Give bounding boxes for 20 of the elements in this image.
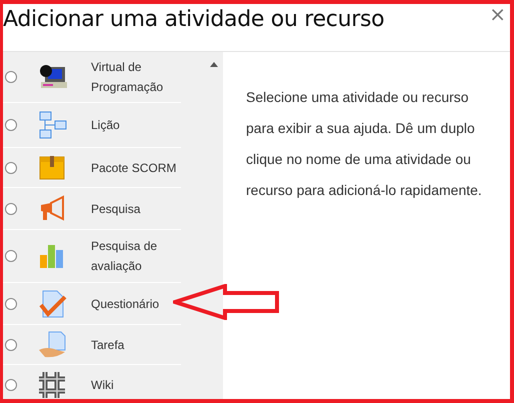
scroll-up-icon[interactable]: [210, 62, 218, 67]
radio-button[interactable]: [5, 71, 17, 83]
radio-button[interactable]: [5, 202, 17, 214]
activity-name[interactable]: Tarefa: [91, 334, 124, 354]
help-text: Selecione uma atividade ou recurso para exibir a sua ajuda. Dê um duplo clique no nome de uma atividade ou recurso para adicioná-lo rapidamente.: [246, 88, 483, 200]
activity-name[interactable]: Pesquisa de avaliação: [91, 236, 181, 276]
dialog-title: Adicionar uma atividade ou recurso: [3, 7, 384, 32]
activity-name[interactable]: Wiki: [91, 374, 114, 394]
activity-name[interactable]: Pesquisa: [91, 198, 140, 218]
radio-button[interactable]: [5, 119, 17, 131]
activity-name[interactable]: Pacote SCORM: [91, 158, 176, 178]
radio-button[interactable]: [5, 162, 17, 174]
activity-name[interactable]: Virtual de Programação: [91, 57, 181, 97]
radio-button[interactable]: [5, 298, 17, 310]
close-button[interactable]: ×: [485, 4, 510, 24]
radio-button[interactable]: [5, 250, 17, 262]
activity-name[interactable]: Lição: [91, 115, 120, 135]
radio-button[interactable]: [5, 378, 17, 390]
radio-button[interactable]: [5, 338, 17, 350]
activity-name[interactable]: Questionário: [91, 294, 160, 314]
